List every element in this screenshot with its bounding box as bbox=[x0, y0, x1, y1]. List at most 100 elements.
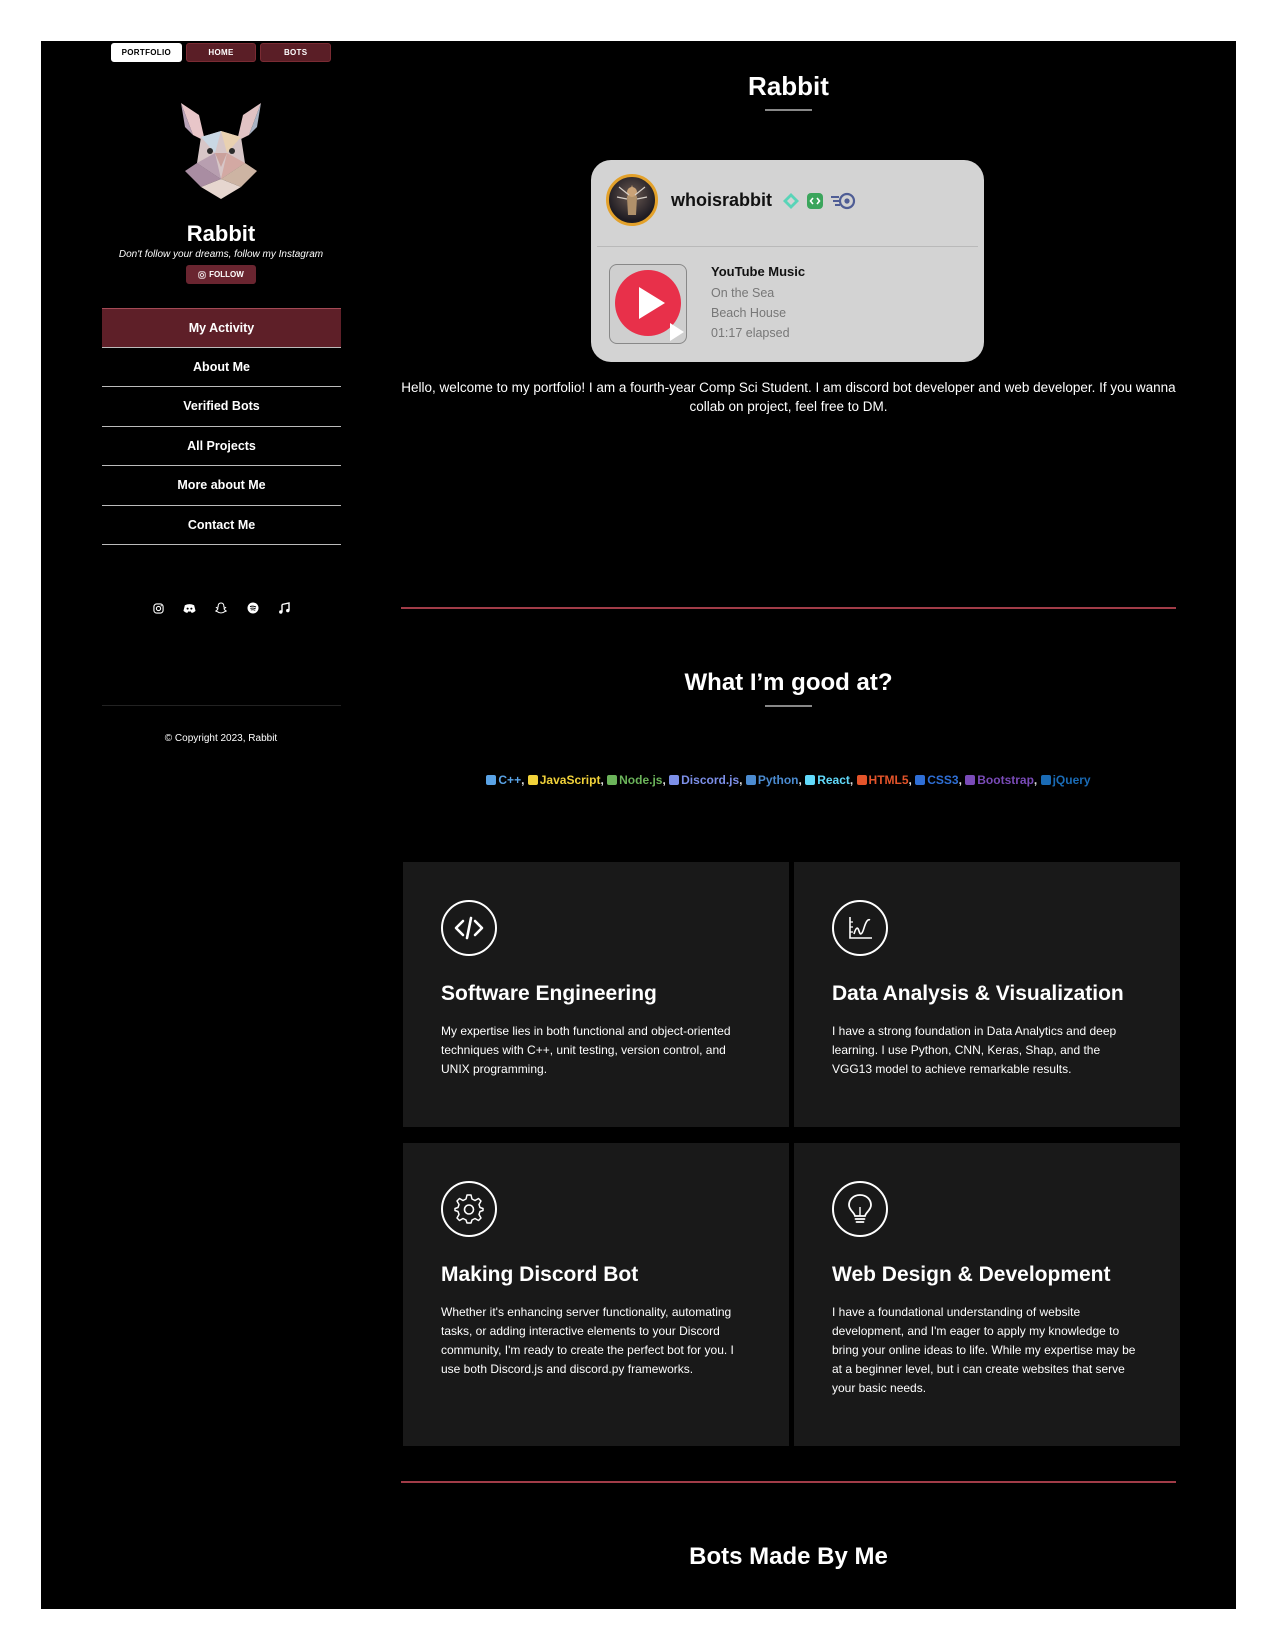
service-description: Whether it's enhancing server functional… bbox=[441, 1305, 734, 1376]
chart-icon bbox=[832, 900, 888, 956]
gear-icon bbox=[441, 1181, 497, 1237]
sidebar-item-verified-bots[interactable]: Verified Bots bbox=[102, 387, 341, 427]
skill-icon bbox=[527, 775, 538, 785]
service-description: I have a strong foundation in Data Analy… bbox=[832, 1024, 1117, 1076]
avatar bbox=[181, 103, 261, 199]
discord-icon[interactable] bbox=[183, 601, 197, 615]
sidebar-menu: My Activity About Me Verified Bots All P… bbox=[102, 308, 341, 545]
service-tile-discord-bot: Making Discord Bot Whether it's enhancin… bbox=[403, 1143, 789, 1446]
sidebar-item-about-me[interactable]: About Me bbox=[102, 348, 341, 387]
main-content: Rabbit whoisrabbit YouTube Music On the … bbox=[401, 41, 1236, 1609]
skill-label: C++ bbox=[498, 773, 522, 787]
service-title: Making Discord Bot bbox=[441, 1263, 639, 1286]
sidebar-item-more-about-me[interactable]: More about Me bbox=[102, 466, 341, 506]
instagram-icon bbox=[198, 270, 206, 279]
music-album-art bbox=[609, 264, 687, 344]
skills-list: C++, JavaScript, Node.js, Discord.js, Py… bbox=[401, 773, 1176, 787]
skill-item: jQuery bbox=[1040, 773, 1091, 787]
skill-icon bbox=[669, 775, 680, 785]
page-title: Rabbit bbox=[748, 71, 829, 101]
skills-underline bbox=[765, 705, 812, 707]
music-note-icon[interactable] bbox=[277, 601, 291, 615]
hypesquad-icon bbox=[783, 193, 799, 209]
activity-elapsed: 01:17 elapsed bbox=[711, 326, 790, 340]
nav-home-button[interactable]: HOME bbox=[185, 43, 257, 62]
skill-label: React bbox=[817, 773, 850, 787]
copyright-icon: © bbox=[164, 733, 175, 744]
service-tile-web-design: Web Design & Development I have a founda… bbox=[794, 1143, 1180, 1446]
skill-label: jQuery bbox=[1052, 773, 1091, 787]
skill-icon bbox=[1040, 775, 1051, 785]
intro-text: Hello, welcome to my portfolio! I am a f… bbox=[401, 380, 1176, 414]
section-divider bbox=[401, 1481, 1176, 1483]
skill-label: JavaScript bbox=[539, 773, 601, 787]
profile-name: Rabbit bbox=[186, 221, 256, 246]
skill-icon bbox=[745, 775, 756, 785]
skill-item: HTML5 bbox=[856, 773, 909, 787]
activity-artist: Beach House bbox=[711, 306, 787, 320]
service-description: I have a foundational understanding of w… bbox=[832, 1305, 1136, 1395]
page-frame: PORTFOLIO HOME BOTS Rabbit Don't follow … bbox=[41, 41, 1236, 1609]
discord-status-card: whoisrabbit YouTube Music On the Sea Bea… bbox=[591, 160, 984, 362]
sidebar-item-my-activity[interactable]: My Activity bbox=[102, 308, 341, 348]
skill-icon bbox=[965, 775, 976, 785]
snapchat-icon[interactable] bbox=[214, 601, 228, 615]
profile-tagline: Don't follow your dreams, follow my Inst… bbox=[118, 249, 324, 260]
sidebar-item-contact-me[interactable]: Contact Me bbox=[102, 506, 341, 545]
bots-title: Bots Made By Me bbox=[689, 1543, 888, 1570]
skill-separator: , bbox=[1033, 773, 1041, 787]
nitro-icon bbox=[831, 192, 856, 210]
skill-separator: , bbox=[739, 773, 746, 787]
skill-item: React bbox=[805, 773, 850, 787]
skill-icon bbox=[915, 775, 926, 785]
skill-label: Bootstrap bbox=[977, 773, 1034, 787]
service-title: Software Engineering bbox=[441, 982, 657, 1005]
section-divider bbox=[401, 607, 1176, 609]
skill-item: Discord.js bbox=[669, 773, 739, 787]
spotify-icon[interactable] bbox=[246, 601, 260, 615]
nav-portfolio-button[interactable]: PORTFOLIO bbox=[111, 43, 182, 62]
activity-track: On the Sea bbox=[711, 286, 775, 300]
copyright-text: Copyright 2023, Rabbit bbox=[174, 733, 278, 744]
developer-badge-icon bbox=[807, 193, 823, 209]
skill-item: JavaScript bbox=[527, 773, 601, 787]
discord-badges bbox=[782, 192, 856, 210]
skill-item: C++ bbox=[486, 773, 521, 787]
skill-separator: , bbox=[849, 773, 857, 787]
nav-bots-button[interactable]: BOTS bbox=[260, 43, 332, 62]
lightbulb-icon bbox=[832, 1181, 888, 1237]
sidebar-item-all-projects[interactable]: All Projects bbox=[102, 427, 341, 466]
skill-item: CSS3 bbox=[915, 773, 959, 787]
skill-label: Python bbox=[757, 773, 799, 787]
skill-icon bbox=[805, 775, 816, 785]
skill-separator: , bbox=[521, 773, 528, 787]
skill-item: Node.js bbox=[607, 773, 662, 787]
copyright: © Copyright 2023, Rabbit bbox=[41, 733, 401, 744]
skill-label: HTML5 bbox=[868, 773, 909, 787]
skill-item: Bootstrap bbox=[965, 773, 1034, 787]
sidebar-divider bbox=[102, 705, 341, 706]
instagram-icon[interactable] bbox=[151, 601, 165, 615]
top-nav: PORTFOLIO HOME BOTS bbox=[111, 43, 332, 62]
follow-button[interactable]: FOLLOW bbox=[186, 265, 256, 284]
code-icon bbox=[441, 900, 497, 956]
skill-icon bbox=[856, 775, 867, 785]
social-links bbox=[151, 601, 291, 615]
follow-label: FOLLOW bbox=[209, 270, 244, 279]
skill-label: Node.js bbox=[619, 773, 663, 787]
title-underline bbox=[765, 109, 812, 111]
activity-app-name: YouTube Music bbox=[711, 264, 806, 279]
skill-label: CSS3 bbox=[927, 773, 959, 787]
service-title: Data Analysis & Visualization bbox=[832, 982, 1124, 1005]
sidebar: PORTFOLIO HOME BOTS Rabbit Don't follow … bbox=[41, 41, 401, 1609]
skill-label: Discord.js bbox=[681, 773, 740, 787]
skills-title: What I’m good at? bbox=[684, 669, 893, 696]
service-tile-data-analysis: Data Analysis & Visualization I have a s… bbox=[794, 862, 1180, 1127]
skill-icon bbox=[607, 775, 618, 785]
skill-item: Python bbox=[745, 773, 799, 787]
card-divider bbox=[597, 246, 978, 247]
service-tile-software-engineering: Software Engineering My expertise lies i… bbox=[403, 862, 789, 1127]
service-title: Web Design & Development bbox=[832, 1263, 1111, 1286]
discord-avatar bbox=[606, 174, 658, 226]
discord-username: whoisrabbit bbox=[671, 190, 773, 210]
